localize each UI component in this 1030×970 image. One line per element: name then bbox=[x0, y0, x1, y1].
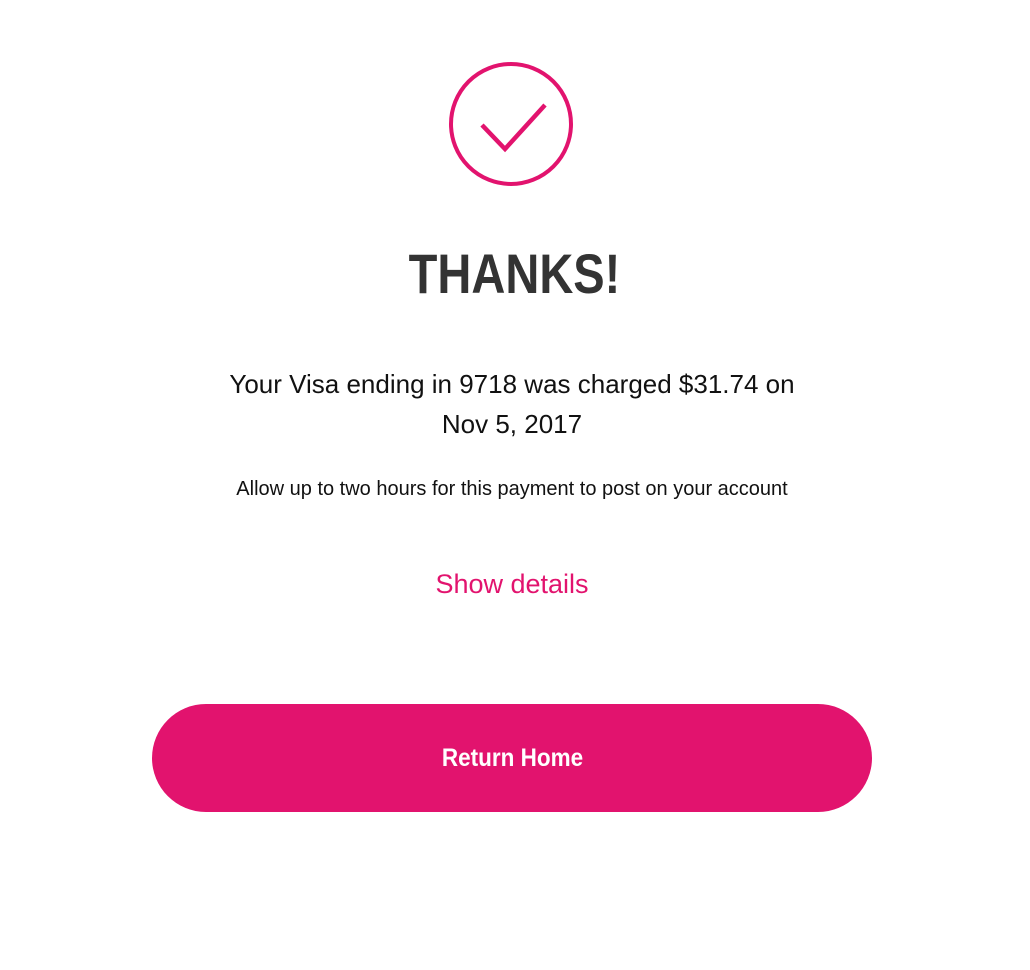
return-home-button[interactable]: Return Home bbox=[152, 704, 872, 812]
posting-note: Allow up to two hours for this payment t… bbox=[236, 478, 788, 500]
payment-message-line-2: Nov 5, 2017 bbox=[441, 409, 583, 439]
payment-message: Your Visa ending in 9718 was charged $31… bbox=[195, 364, 829, 444]
page-title: THANKS! bbox=[408, 242, 621, 305]
show-details-link[interactable]: Show details bbox=[0, 565, 1024, 603]
payment-message-line-1: Your Visa ending in 9718 was charged $31… bbox=[229, 369, 795, 399]
return-home-label: Return Home bbox=[441, 743, 583, 772]
check-circle-icon bbox=[448, 62, 574, 186]
